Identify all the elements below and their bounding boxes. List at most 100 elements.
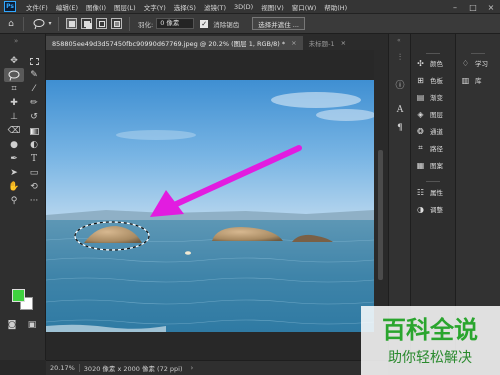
collapse-icon[interactable]: «	[397, 37, 401, 44]
menu-layer[interactable]: 图层(L)	[110, 2, 140, 12]
chevron-down-icon[interactable]: ▾	[47, 17, 53, 31]
collapse-icon[interactable]: »	[14, 37, 18, 45]
menu-select[interactable]: 选择(S)	[170, 2, 200, 12]
lasso-tool-icon[interactable]	[4, 68, 24, 82]
menu-edit[interactable]: 编辑(E)	[52, 2, 82, 12]
maximize-icon[interactable]: □	[464, 0, 482, 14]
panel-patterns[interactable]: ▦ 图案	[415, 158, 443, 172]
tab-label: 858805ee49d3d57450fbc90990d67769.jpeg @ …	[52, 40, 286, 48]
menu-type[interactable]: 文字(Y)	[140, 2, 170, 12]
clone-stamp-icon[interactable]: ⊥	[4, 110, 24, 124]
info-icon[interactable]: ⓘ	[394, 78, 406, 91]
dodge-tool-icon[interactable]: ◐	[24, 138, 44, 152]
rotate-view-icon[interactable]: ⟲	[24, 180, 44, 194]
menu-view[interactable]: 视图(V)	[257, 2, 288, 12]
new-selection-icon[interactable]	[66, 18, 77, 29]
panel-adjustments[interactable]: ◑ 调整	[415, 202, 443, 216]
channels-icon: ❂	[417, 126, 424, 136]
feather-input[interactable]: 0 像素	[156, 18, 195, 29]
canvas-area[interactable]	[46, 50, 388, 360]
antialias-label: 消除锯齿	[213, 20, 240, 29]
panel-swatches[interactable]: ⊞ 色板	[415, 73, 443, 87]
photoshop-logo-icon: Ps	[4, 1, 16, 12]
screen-mode-icon[interactable]: ▣	[24, 319, 40, 331]
photoshop-window: Ps 文件(F) 编辑(E) 图像(I) 图层(L) 文字(Y) 选择(S) 滤…	[0, 0, 500, 375]
layers-icon: ◈	[417, 109, 424, 119]
panel-learn[interactable]: ♢ 学习	[460, 56, 488, 70]
panel-properties[interactable]: ☷ 属性	[415, 185, 443, 199]
quick-mask-icon[interactable]: ◙	[4, 319, 20, 331]
move-tool-icon[interactable]: ✥	[4, 54, 24, 68]
brush-tool-icon[interactable]: ✏	[24, 96, 44, 110]
properties-icon: ☷	[416, 187, 425, 197]
menu-help[interactable]: 帮助(H)	[320, 2, 351, 12]
marquee-tool-icon[interactable]	[24, 54, 44, 68]
tab-label: 未标题-1	[308, 40, 335, 48]
panel-color[interactable]: ✣ 颜色	[415, 56, 443, 70]
panel-channels[interactable]: ❂ 通道	[415, 124, 443, 138]
panel-libraries[interactable]: ▥ 库	[460, 73, 482, 87]
library-icon: ▥	[461, 75, 470, 85]
lasso-preset-icon[interactable]	[33, 17, 47, 31]
gradient-icon: ▤	[416, 92, 425, 102]
adjustments-icon: ◑	[417, 204, 424, 214]
path-selection-icon[interactable]: ➤	[4, 166, 24, 180]
hand-tool-icon[interactable]: ✋	[4, 180, 24, 194]
intersect-selection-icon[interactable]	[111, 18, 122, 29]
document-image[interactable]	[46, 80, 374, 375]
adjust-panel-icon[interactable]: ⫶	[394, 52, 406, 64]
bulb-icon: ♢	[461, 58, 470, 68]
character-icon[interactable]: A	[394, 104, 406, 116]
color-icon: ✣	[417, 58, 424, 68]
menu-bar: Ps 文件(F) 编辑(E) 图像(I) 图层(L) 文字(Y) 选择(S) 滤…	[0, 0, 500, 14]
panel-gradient[interactable]: ▤ 渐变	[415, 90, 443, 104]
watermark-title: 百科全说	[382, 316, 478, 344]
minimize-icon[interactable]: –	[446, 0, 464, 14]
options-bar: ⌂ ▾ 羽化: 0 像素 ✓ 消除锯齿 选择并遮住 ...	[0, 14, 500, 34]
watermark-subtitle: 助你轻松解决	[388, 350, 472, 366]
zoom-tool-icon[interactable]: ⚲	[4, 194, 24, 208]
tab-document-jpeg[interactable]: 858805ee49d3d57450fbc90990d67769.jpeg @ …	[46, 36, 303, 50]
pen-tool-icon[interactable]: ✒	[4, 152, 24, 166]
crop-tool-icon[interactable]: ⌗	[4, 82, 24, 96]
menu-file[interactable]: 文件(F)	[22, 2, 52, 12]
menu-window[interactable]: 窗口(W)	[288, 2, 321, 12]
document-info[interactable]: 3020 像素 x 2000 像素 (72 ppi)	[80, 363, 187, 373]
quick-selection-icon[interactable]: ✎	[24, 68, 44, 82]
menu-image[interactable]: 图像(I)	[82, 2, 110, 12]
eraser-icon[interactable]: ⌫	[4, 124, 24, 138]
paths-icon: ⌗	[418, 143, 423, 152]
eyedropper-icon[interactable]: ⁄	[24, 82, 44, 96]
patterns-icon: ▦	[416, 160, 425, 170]
close-icon[interactable]: ×	[482, 0, 500, 14]
swatches-icon: ⊞	[417, 75, 424, 85]
status-bar: 20.17% 3020 像素 x 2000 像素 (72 ppi) ›	[46, 360, 388, 375]
menu-3d[interactable]: 3D(D)	[230, 3, 257, 11]
more-tools-icon[interactable]: ···	[24, 194, 44, 208]
panel-paths[interactable]: ⌗ 路径	[415, 141, 443, 155]
menu-filter[interactable]: 滤镜(T)	[200, 2, 230, 12]
antialias-checkbox[interactable]: ✓	[200, 19, 209, 28]
type-tool-icon[interactable]: T	[24, 152, 44, 166]
gradient-tool-icon[interactable]	[24, 124, 44, 138]
subtract-selection-icon[interactable]	[96, 18, 107, 29]
paragraph-icon[interactable]: ¶	[394, 122, 406, 134]
history-brush-icon[interactable]: ↺	[24, 110, 44, 124]
tab-untitled[interactable]: 未标题-1 ×	[303, 36, 352, 50]
panel-layers[interactable]: ◈ 图层	[415, 107, 443, 121]
healing-brush-icon[interactable]: ✚	[4, 96, 24, 110]
add-selection-icon[interactable]	[81, 18, 92, 29]
scrollbar-thumb[interactable]	[378, 150, 383, 280]
select-and-mask-button[interactable]: 选择并遮住 ...	[252, 17, 305, 30]
shape-tool-icon[interactable]: ▭	[24, 166, 44, 180]
close-tab-icon[interactable]: ×	[291, 39, 296, 47]
watermark: 百科全说 助你轻松解决	[361, 306, 500, 375]
blur-tool-icon[interactable]: ●	[4, 138, 24, 152]
feather-label: 羽化:	[138, 20, 154, 29]
document-tabs: 858805ee49d3d57450fbc90990d67769.jpeg @ …	[46, 34, 388, 50]
home-icon[interactable]: ⌂	[4, 17, 18, 31]
close-tab-icon[interactable]: ×	[341, 39, 346, 47]
zoom-level[interactable]: 20.17%	[46, 364, 80, 372]
status-menu-icon[interactable]: ›	[191, 364, 194, 372]
foreground-color-swatch[interactable]	[12, 289, 25, 302]
